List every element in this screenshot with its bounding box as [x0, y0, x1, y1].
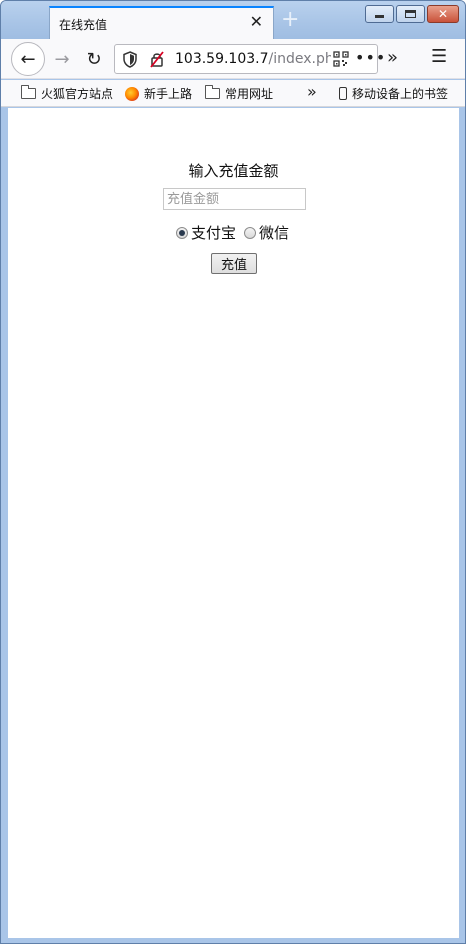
- bookmark-item[interactable]: 常用网址: [205, 85, 273, 102]
- tab-active[interactable]: 在线充值 ✕: [49, 6, 274, 39]
- url-bar[interactable]: 103.59.103.7/index.php •••: [114, 44, 385, 74]
- window-controls: ✕: [365, 5, 459, 23]
- shield-icon[interactable]: [122, 51, 138, 72]
- forward-arrow-icon: →: [54, 48, 70, 70]
- bookmark-label: 常用网址: [225, 87, 274, 101]
- url-path: /index.php: [268, 51, 331, 67]
- close-icon: ✕: [437, 7, 449, 21]
- hamburger-menu-icon[interactable]: ☰: [431, 46, 447, 67]
- bookmark-label: 移动设备上的书签: [352, 87, 449, 101]
- minimize-button[interactable]: [365, 5, 394, 23]
- alipay-label[interactable]: 支付宝: [191, 222, 236, 243]
- page-content: 输入充值金额 支付宝 微信 充值: [8, 108, 459, 938]
- phone-icon: [339, 87, 347, 100]
- bookmark-label: 新手上路: [144, 87, 193, 101]
- insecure-lock-icon[interactable]: [149, 51, 165, 72]
- wechat-radio[interactable]: [244, 226, 257, 239]
- folder-icon: [21, 85, 36, 99]
- wechat-label[interactable]: 微信: [259, 222, 289, 243]
- back-arrow-icon: ←: [20, 48, 36, 70]
- mobile-bookmarks[interactable]: 移动设备上的书签: [339, 85, 448, 102]
- firefox-icon: [125, 86, 139, 101]
- navigation-toolbar: ← → ↻ 103.59.103.7/index.php: [1, 39, 465, 79]
- recharge-button[interactable]: 充值: [211, 253, 257, 274]
- payment-options: 支付宝 微信: [176, 222, 297, 243]
- bookmarks-toolbar: 火狐官方站点 新手上路 常用网址 » 移动设备上的书签: [1, 80, 465, 107]
- forward-button[interactable]: →: [46, 43, 78, 75]
- tab-title: 在线充值: [59, 18, 108, 32]
- tab-close-icon[interactable]: ✕: [250, 13, 263, 31]
- alipay-radio[interactable]: [176, 226, 188, 239]
- form-title: 输入充值金额: [188, 162, 279, 180]
- folder-icon: [205, 85, 220, 99]
- amount-input[interactable]: [163, 188, 306, 210]
- title-bar: 在线充值 ✕ + ✕: [1, 1, 465, 39]
- back-button[interactable]: ←: [11, 42, 45, 76]
- qr-code-icon[interactable]: [333, 51, 349, 71]
- browser-window: 在线充值 ✕ + ✕ ← → ↻ 103.59.103.7/index.p ••…: [0, 0, 466, 944]
- page-actions-icon[interactable]: •••: [355, 48, 386, 67]
- url-text[interactable]: 103.59.103.7/index.php: [175, 51, 331, 67]
- minimize-icon: [366, 6, 393, 22]
- reload-icon: ↻: [86, 48, 102, 70]
- url-host: 103.59.103.7: [175, 51, 269, 67]
- bookmark-item[interactable]: 火狐官方站点: [21, 85, 113, 102]
- toolbar-overflow-icon[interactable]: »: [387, 47, 398, 68]
- bookmarks-overflow-icon[interactable]: »: [307, 82, 317, 101]
- bookmark-label: 火狐官方站点: [41, 87, 114, 101]
- bookmark-item[interactable]: 新手上路: [125, 85, 192, 102]
- new-tab-icon[interactable]: +: [281, 9, 299, 31]
- maximize-button[interactable]: [396, 5, 425, 23]
- maximize-icon: [397, 6, 424, 22]
- close-button[interactable]: ✕: [427, 5, 459, 23]
- reload-button[interactable]: ↻: [78, 43, 110, 75]
